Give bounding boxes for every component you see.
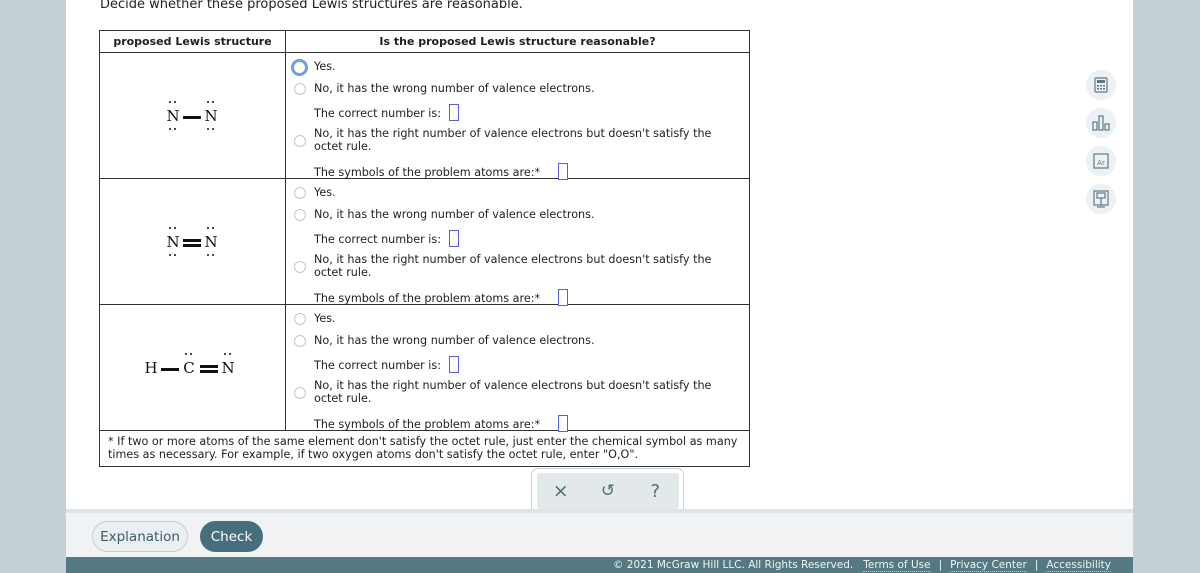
radio-octet[interactable]: [294, 135, 306, 147]
single-bond: [161, 368, 179, 371]
clear-icon[interactable]: ×: [546, 480, 576, 502]
radio-wrong-electrons[interactable]: [294, 83, 306, 95]
single-bond: [183, 116, 201, 119]
lone-pair: [169, 254, 177, 257]
header-reasonable: Is the proposed Lewis structure reasonab…: [285, 30, 750, 53]
periodic-table-icon[interactable]: Ar: [1086, 146, 1116, 176]
bottom-bar: Explanation Check: [66, 509, 1133, 557]
data-chart-icon[interactable]: [1086, 108, 1116, 138]
help-icon[interactable]: ?: [640, 481, 670, 502]
lone-pair: [185, 353, 193, 356]
check-button[interactable]: Check: [200, 521, 263, 552]
table-row: N N Yes. No, it has the wrong number of …: [99, 52, 750, 180]
radio-octet[interactable]: [294, 261, 306, 273]
lewis-structure-table: proposed Lewis structure Is the proposed…: [99, 30, 750, 467]
lone-pair: [169, 227, 177, 230]
atom-n: N: [166, 233, 180, 251]
options-cell-1: Yes. No, it has the wrong number of vale…: [285, 52, 750, 180]
atom-n: N: [204, 233, 218, 251]
lewis-structure-1: N N: [99, 52, 286, 179]
undo-icon[interactable]: ↺: [593, 481, 623, 501]
lone-pair: [207, 101, 215, 104]
accessibility-link[interactable]: Accessibility: [1046, 559, 1111, 572]
double-bond-line-1: [183, 239, 201, 242]
lone-pair: [207, 128, 215, 131]
svg-text:Ar: Ar: [1097, 159, 1105, 167]
privacy-center-link[interactable]: Privacy Center: [950, 559, 1027, 572]
footer-separator: |: [938, 559, 943, 571]
footnote: * If two or more atoms of the same eleme…: [99, 430, 750, 467]
calculator-icon[interactable]: [1086, 70, 1116, 100]
atom-h: H: [144, 359, 158, 377]
double-bond-line-1: [200, 365, 218, 368]
answer-tools: × ↺ ?: [531, 468, 684, 510]
correct-number-input[interactable]: [449, 230, 460, 247]
radio-yes[interactable]: [291, 59, 308, 76]
table-row: H C N Yes. No, it has the wrong number o…: [99, 304, 750, 432]
options-cell-3: Yes. No, it has the wrong number of vale…: [285, 304, 750, 432]
lewis-structure-3: H C N: [99, 304, 286, 431]
radio-wrong-electrons[interactable]: [294, 209, 306, 221]
reference-book-icon[interactable]: [1086, 184, 1116, 214]
table-row: N N Yes. No, it has the wrong number of …: [99, 178, 750, 306]
atom-n: N: [204, 107, 218, 125]
correct-number-input[interactable]: [449, 356, 460, 373]
options-cell-2: Yes. No, it has the wrong number of vale…: [285, 178, 750, 306]
atom-n: N: [166, 107, 180, 125]
radio-yes[interactable]: [294, 187, 306, 199]
radio-octet[interactable]: [294, 387, 306, 399]
problem-atoms-input[interactable]: [558, 163, 569, 180]
header-structure: proposed Lewis structure: [99, 30, 286, 53]
lone-pair: [207, 254, 215, 257]
assignment-page: Decide whether these proposed Lewis stru…: [66, 0, 1133, 573]
footer: © 2021 McGraw Hill LLC. All Rights Reser…: [66, 557, 1133, 573]
lewis-structure-2: N N: [99, 178, 286, 305]
correct-number-input[interactable]: [449, 104, 460, 121]
copyright-text: © 2021 McGraw Hill LLC. All Rights Reser…: [612, 559, 854, 571]
atom-c: C: [183, 359, 195, 377]
terms-of-use-link[interactable]: Terms of Use: [863, 559, 931, 572]
explanation-button[interactable]: Explanation: [92, 521, 188, 552]
double-bond-line-2: [183, 244, 201, 247]
double-bond-line-2: [200, 370, 218, 373]
radio-yes[interactable]: [294, 313, 306, 325]
lone-pair: [169, 128, 177, 131]
problem-atoms-input[interactable]: [558, 415, 569, 432]
problem-atoms-input[interactable]: [558, 289, 569, 306]
footer-separator: |: [1034, 559, 1039, 571]
lone-pair: [224, 353, 232, 356]
atom-n: N: [221, 359, 235, 377]
question-prompt: Decide whether these proposed Lewis stru…: [100, 0, 523, 12]
radio-wrong-electrons[interactable]: [294, 335, 306, 347]
lone-pair: [169, 101, 177, 104]
lone-pair: [207, 227, 215, 230]
